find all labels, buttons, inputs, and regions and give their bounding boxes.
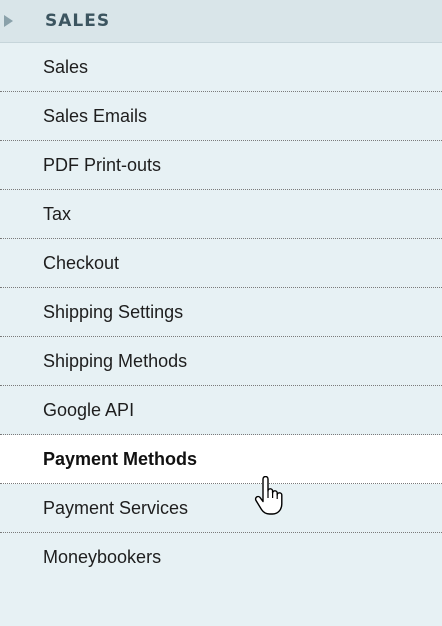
sales-menu: Sales Sales Emails PDF Print-outs Tax Ch…	[0, 43, 442, 582]
section-header-sales[interactable]: SALES	[0, 0, 442, 43]
menu-item-label: Shipping Methods	[43, 351, 188, 371]
menu-item-checkout[interactable]: Checkout	[0, 239, 442, 288]
menu-item-shipping-methods[interactable]: Shipping Methods	[0, 337, 442, 386]
config-sidebar-panel: SALES Sales Sales Emails PDF Print-outs …	[0, 0, 442, 626]
menu-item-label: Google API	[43, 400, 135, 420]
menu-item-label: Shipping Settings	[43, 302, 184, 322]
menu-item-sales[interactable]: Sales	[0, 43, 442, 92]
menu-item-label: Payment Services	[43, 498, 189, 518]
menu-item-shipping-settings[interactable]: Shipping Settings	[0, 288, 442, 337]
menu-item-payment-services[interactable]: Payment Services	[0, 484, 442, 533]
menu-item-label: Payment Methods	[43, 449, 198, 469]
hand-pointer-icon	[254, 476, 283, 515]
menu-item-sales-emails[interactable]: Sales Emails	[0, 92, 442, 141]
menu-item-label: PDF Print-outs	[43, 155, 162, 175]
menu-item-google-api[interactable]: Google API	[0, 386, 442, 435]
menu-item-payment-methods[interactable]: Payment Methods	[0, 435, 442, 484]
menu-item-pdf-print-outs[interactable]: PDF Print-outs	[0, 141, 442, 190]
triangle-right-icon	[4, 15, 13, 27]
menu-item-tax[interactable]: Tax	[0, 190, 442, 239]
menu-item-label: Moneybookers	[43, 547, 162, 567]
menu-item-moneybookers[interactable]: Moneybookers	[0, 533, 442, 582]
menu-item-label: Tax	[43, 204, 72, 224]
menu-item-label: Sales Emails	[43, 106, 148, 126]
menu-item-label: Sales	[43, 57, 89, 77]
menu-item-label: Checkout	[43, 253, 120, 273]
section-title: SALES	[45, 11, 111, 31]
